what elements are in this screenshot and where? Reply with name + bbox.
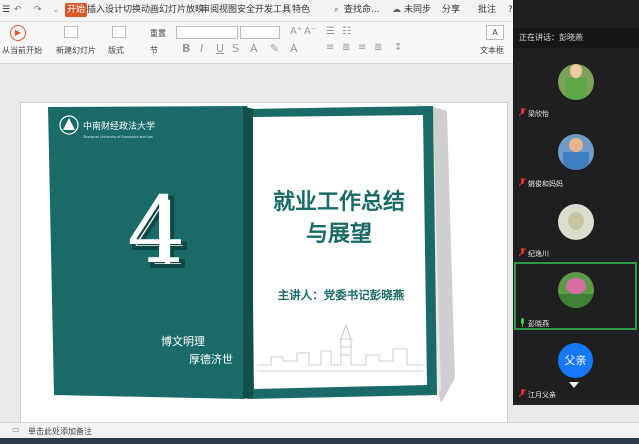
chapter-number: 4 [127,177,186,284]
comment-button[interactable]: 批注 [478,3,496,17]
slide-title-line-2: 与展望 [306,222,372,247]
sync-status[interactable]: 未同步 [404,3,431,17]
line-spacing-icon[interactable]: ↕ [394,42,402,53]
font-size-select[interactable] [240,26,280,39]
align-right-icon[interactable]: ≡ [358,42,366,53]
chevron-down-icon[interactable]: ⌄ [52,3,60,17]
slide-title-line-1: 就业工作总结 [273,189,405,215]
number-list-icon[interactable]: ☷ [342,26,351,37]
justify-icon[interactable]: ≣ [374,42,382,53]
participant-name: 梁欣怡 [528,110,549,118]
slide-graphic: 4 4 中南财经政法大学 Zhongnan University of Econ… [48,104,455,403]
notes-icon: ▭ [12,425,20,434]
participant-name: 彭晓燕 [528,320,549,328]
mic-muted-icon [519,389,526,398]
notes-placeholder[interactable]: 单击此处添加备注 [28,426,92,437]
search-box[interactable]: 查找命... [344,3,380,17]
participant-name: 江月父亲 [528,391,556,399]
tab-developer[interactable]: 开发工具 [253,3,293,17]
book-spine [243,106,253,399]
font-shrink-icon[interactable]: A⁻ [304,26,316,37]
textbox-button[interactable]: 文本框 [480,45,504,56]
avatar-body [563,152,589,170]
search-icon: ⌕ [334,5,340,15]
mic-muted-icon [519,108,526,117]
cloud-icon: ☁ [392,5,401,15]
avatar-face [568,212,584,230]
clear-format-icon[interactable]: ✎ [270,42,279,55]
shadow-icon[interactable]: S [232,42,239,55]
avatar-3[interactable] [558,204,594,240]
bold-icon[interactable]: B [182,42,190,55]
align-center-icon[interactable]: ≣ [342,42,350,53]
slide[interactable]: 4 4 中南财经政法大学 Zhongnan University of Econ… [20,102,508,442]
undo-icon[interactable]: ↶ [14,3,22,17]
participant-name: 纪逸川 [528,250,549,258]
strikethrough-icon[interactable]: A [250,42,258,55]
align-left-icon[interactable]: ≡ [326,42,334,53]
layout-button[interactable]: 版式 [108,45,124,56]
slide-canvas: 4 4 中南财经政法大学 Zhongnan University of Econ… [0,64,512,442]
app-window: ☰ ↶ ↷ ⌄ 开始 插入 设计 切换 动画 幻灯片放映 审阅 视图 安全 开发… [0,0,639,444]
new-slide-icon[interactable] [64,26,78,38]
from-current-button[interactable]: 从当前开始 [2,45,42,56]
font-name-select[interactable] [176,26,238,39]
layout-icon[interactable] [112,26,126,38]
university-name-en: Zhongnan University of Economics and Law [83,135,153,139]
avatar-face [570,64,582,78]
italic-icon[interactable]: I [200,42,203,55]
underline-icon[interactable]: U [216,42,224,55]
motto-line-1: 博文明理 [161,334,205,348]
mic-muted-icon [519,248,526,257]
scroll-down-icon[interactable] [569,382,579,388]
book-page [251,115,427,389]
mic-muted-icon [519,178,526,187]
play-icon[interactable]: ▶ [10,25,26,41]
font-color-icon[interactable]: A [290,42,298,55]
speaking-indicator: 正在讲话：彭晓燕 [513,28,639,48]
taskbar [0,438,639,444]
participant-name: 姚俊和妈妈 [528,180,563,188]
textbox-icon[interactable]: A [486,25,504,40]
avatar-5-initials[interactable]: 父亲 [558,343,593,378]
avatar-1[interactable] [558,64,594,100]
avatar-leaves [558,294,594,308]
avatar-face [569,138,583,152]
file-menu-icon[interactable]: ☰ [2,3,10,17]
avatar-2[interactable] [558,134,594,170]
share-button[interactable]: 分享 [442,3,460,17]
bullet-list-icon[interactable]: ☰ [326,26,335,37]
mic-active-icon [521,318,524,327]
slide-speaker: 主讲人：党委书记彭晓燕 [278,288,405,302]
reset-button[interactable]: 重置 [150,28,166,39]
avatar-4[interactable] [558,272,594,308]
tab-home[interactable]: 开始 [65,3,88,17]
redo-icon[interactable]: ↷ [34,3,42,17]
font-grow-icon[interactable]: A⁺ [290,26,302,37]
section-button[interactable]: 节 [150,45,158,56]
notes-bar[interactable]: ▭ 单击此处添加备注 [0,422,639,438]
tab-features[interactable]: 特色 [290,3,312,17]
new-slide-button[interactable]: 新建幻灯片 [56,45,96,56]
university-name: 中南财经政法大学 [83,120,155,132]
avatar-body [565,78,587,100]
avatar-flower [566,278,586,294]
motto-line-2: 厚德济世 [189,352,233,366]
